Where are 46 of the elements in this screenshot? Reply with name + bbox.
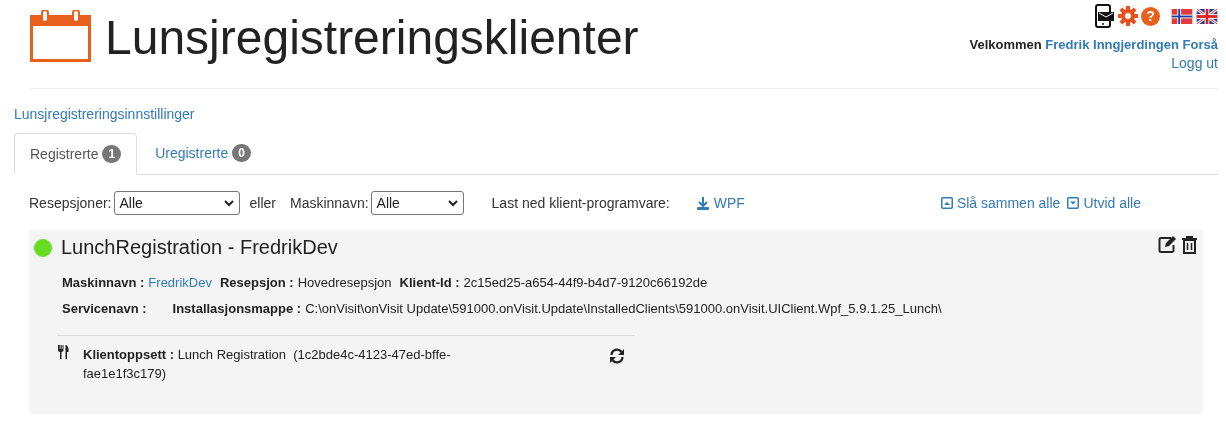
welcome-text: Velkommen Fredrik Inngjerdingen Forså <box>969 37 1218 52</box>
field-label: Installasjonsmappe : <box>172 300 302 316</box>
refresh-icon[interactable] <box>609 348 625 364</box>
field-label: Klient-Id : <box>399 274 460 290</box>
field-label: Servicenavn : <box>62 300 147 316</box>
calendar-icon <box>30 10 91 62</box>
trash-icon[interactable] <box>1182 236 1197 254</box>
user-name-link[interactable]: Fredrik Inngjerdingen Forså <box>1045 37 1218 52</box>
tab[interactable]: Uregistrerte 0 <box>139 133 267 173</box>
client-setup-text: Klientoppsett : Lunch Registration (1c2bde4c-4123-47ed-bffe-fae1e1f3c179) <box>83 346 452 383</box>
help-icon[interactable]: ? <box>1141 6 1160 26</box>
chevron-down-icon <box>447 199 458 207</box>
british-flag-icon[interactable] <box>1196 8 1218 24</box>
field-value: Hovedresepsjon <box>297 274 392 290</box>
filter-label: Maskinnavn: <box>289 195 369 211</box>
chevron-down-icon <box>223 199 234 207</box>
logout-link[interactable]: Logg ut <box>1171 55 1218 71</box>
expand-icon <box>1067 197 1080 209</box>
filter-label: Resepsjoner: <box>29 195 112 211</box>
machine-dropdown[interactable]: Alle <box>370 191 464 215</box>
download-link[interactable]: WPF <box>695 195 745 211</box>
page-title: Lunsjregistreringsklienter <box>105 10 639 66</box>
cutlery-icon <box>57 345 69 359</box>
norwegian-flag-icon[interactable] <box>1171 8 1193 24</box>
count-badge: 1 <box>102 145 122 163</box>
collapse-all-link[interactable]: Slå sammen alle <box>940 195 1061 211</box>
field-value: C:\onVisit\onVisit Update\591000.onVisit.Update\InstalledClients\591000.onVisit.UIClient.Wpf_5.9.1.25_Lunch\ <box>305 300 942 316</box>
download-label: Last ned klient-programvare: <box>491 195 670 211</box>
field-label: Resepsjon : <box>219 274 294 290</box>
collapse-icon <box>940 197 953 209</box>
tab[interactable]: Registrerte 1 <box>14 133 138 175</box>
client-title: LunchRegistration - FredrikDev <box>61 236 338 259</box>
phone-icon[interactable] <box>1095 4 1115 28</box>
field-value: 2c15ed25-a654-44f9-b4d7-9120c66192de <box>463 274 708 290</box>
reception-dropdown[interactable]: Alle <box>113 191 240 215</box>
settings-icon[interactable] <box>1118 6 1138 26</box>
field-link[interactable]: FredrikDev <box>148 274 212 290</box>
expand-all-link[interactable]: Utvid alle <box>1067 195 1141 211</box>
settings-link[interactable]: Lunsjregistreringsinnstillinger <box>14 106 1218 122</box>
separator-text: eller <box>249 195 276 211</box>
field-label: Maskinnavn : <box>62 274 145 290</box>
download-icon <box>695 196 710 210</box>
tab-label: Registrerte <box>30 146 99 162</box>
tab-label: Uregistrerte <box>155 145 229 161</box>
edit-icon[interactable] <box>1158 236 1176 253</box>
count-badge: 0 <box>232 144 251 162</box>
